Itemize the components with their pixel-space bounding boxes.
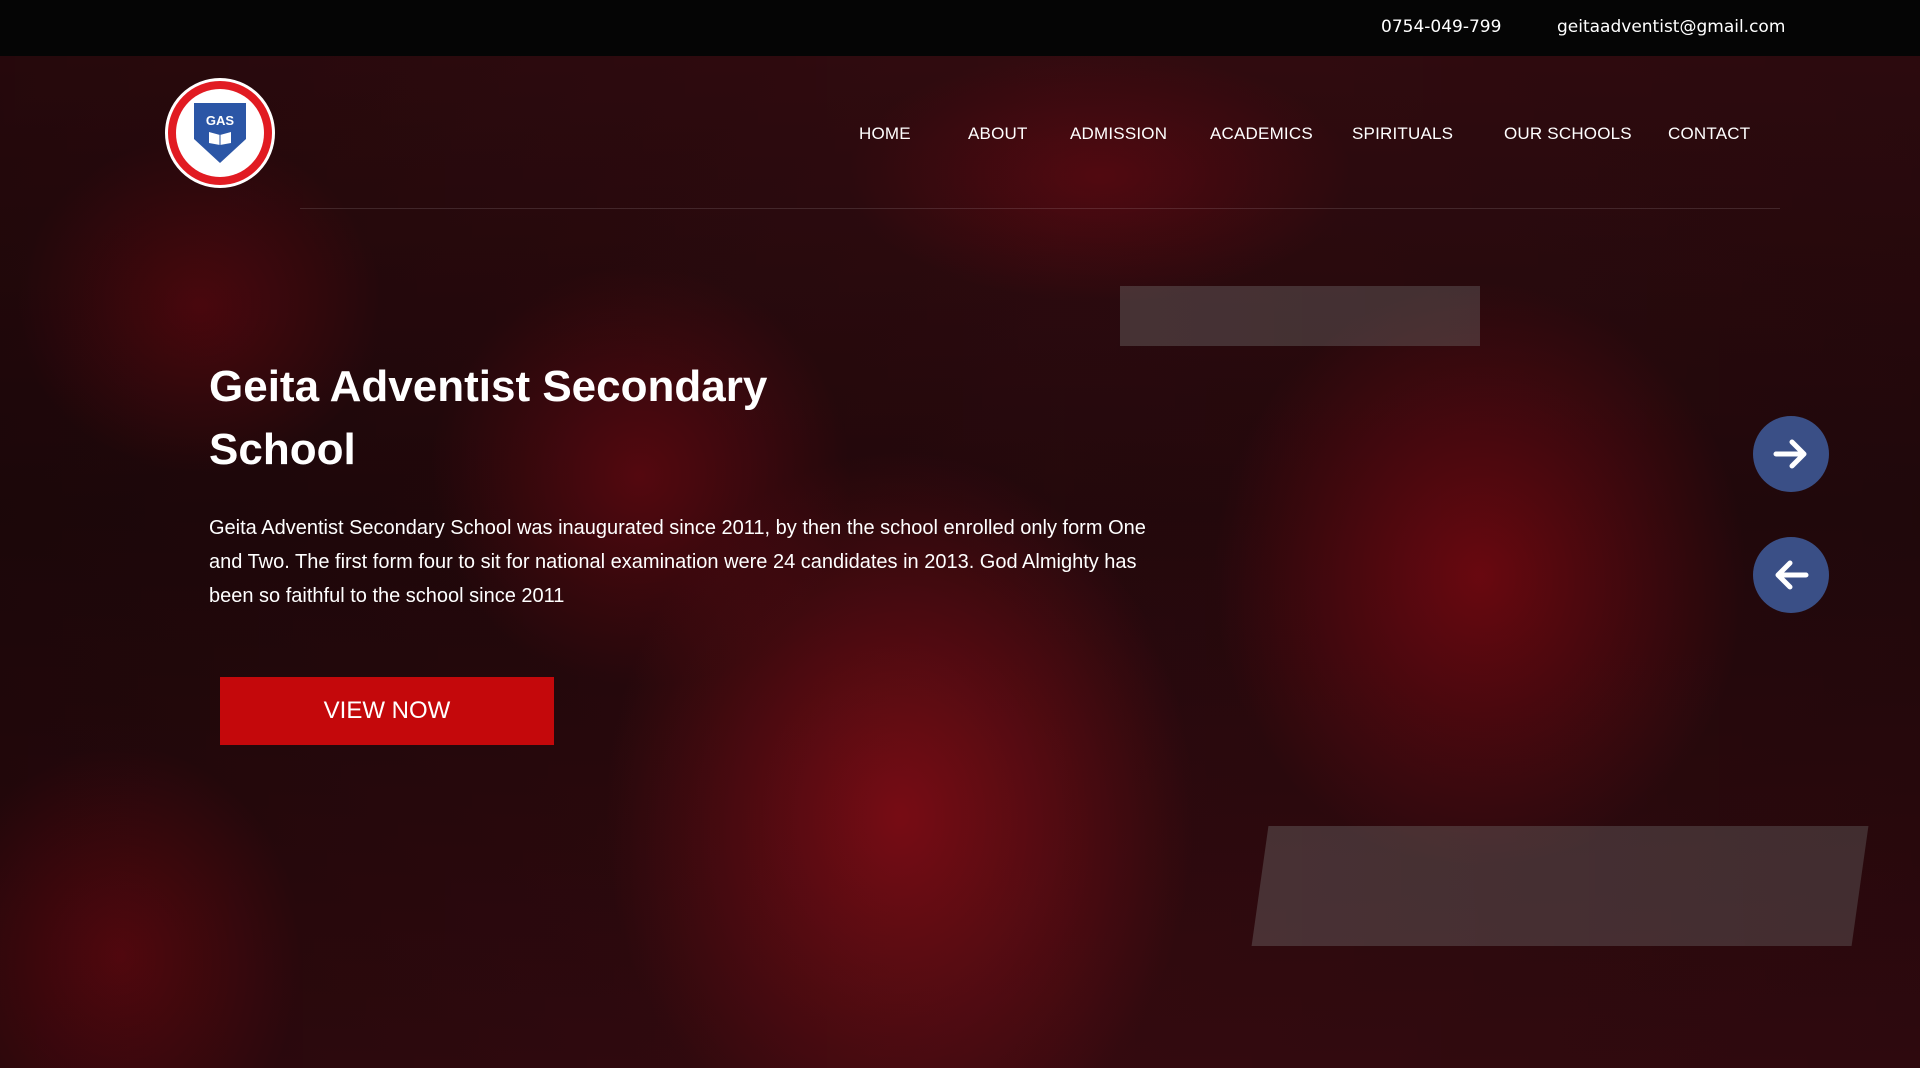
arrow-right-icon [1773, 439, 1807, 469]
nav-divider [300, 208, 1780, 209]
nav-about[interactable]: ABOUT [968, 124, 1028, 144]
nav-academics[interactable]: ACADEMICS [1210, 124, 1313, 144]
nav-home[interactable]: HOME [859, 124, 911, 144]
school-logo[interactable]: GAS [165, 78, 275, 188]
top-contact-bar: 0754-049-799 geitaadventist@gmail.com [0, 0, 1920, 56]
logo-ring: GAS [176, 89, 264, 177]
slider-prev-button[interactable] [1753, 537, 1829, 613]
phone-link[interactable]: 0754-049-799 [1381, 17, 1501, 37]
nav-admission[interactable]: ADMISSION [1070, 124, 1167, 144]
hero-title: Geita Adventist Secondary School [209, 362, 768, 474]
arrow-left-icon [1775, 560, 1809, 590]
email-link[interactable]: geitaadventist@gmail.com [1557, 17, 1785, 37]
nav-contact[interactable]: CONTACT [1668, 124, 1750, 144]
hero-description: Geita Adventist Secondary School was ina… [209, 517, 1146, 607]
nav-our-schools[interactable]: OUR SCHOOLS [1504, 124, 1632, 144]
page: 0754-049-799 geitaadventist@gmail.com GA… [0, 0, 1920, 1068]
logo-abbr: GAS [205, 113, 235, 128]
nav-spirituals[interactable]: SPIRITUALS [1352, 124, 1453, 144]
view-now-button[interactable]: VIEW NOW [220, 677, 554, 745]
logo-shield: GAS [194, 103, 246, 163]
slider-next-button[interactable] [1753, 416, 1829, 492]
book-icon [209, 132, 231, 145]
